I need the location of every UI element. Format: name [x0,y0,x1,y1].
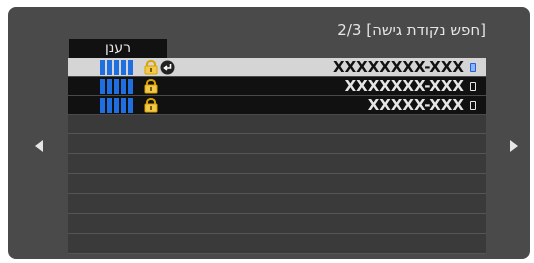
network-row[interactable]: XXXXXXX-XXX [68,77,486,96]
chevron-left-icon[interactable] [35,140,43,152]
refresh-button[interactable]: רענן [69,39,167,58]
page-title: [חפש נקודת גישה] 2/3 [286,20,486,40]
network-row[interactable]: XXXXXXXX-XXX [68,58,486,77]
signal-bars-icon [100,79,133,94]
empty-row [68,135,486,154]
access-point-list: XXXXXXXX-XXX XXXXXXX-XXX XXXXX-XXX [68,58,486,254]
empty-row [68,215,486,234]
empty-row [68,155,486,174]
security-indicator-icon [470,101,476,110]
network-ssid: XXXXX-XXX [367,96,464,114]
lock-icon [144,79,158,94]
lock-icon [144,98,158,113]
lock-icon [144,60,158,75]
network-ssid: XXXXXXX-XXX [344,77,464,95]
page-indicator: 2/3 [337,21,362,39]
chevron-right-icon[interactable] [510,140,518,152]
signal-bars-icon [100,60,133,75]
enter-icon [160,60,175,75]
title-text: [חפש נקודת גישה] [366,21,486,39]
security-indicator-icon [470,63,476,72]
network-row[interactable]: XXXXX-XXX [68,96,486,115]
security-indicator-icon [470,82,476,91]
empty-row [68,195,486,214]
empty-row [68,235,486,254]
empty-row [68,175,486,194]
network-ssid: XXXXXXXX-XXX [333,58,464,76]
empty-row [68,115,486,134]
signal-bars-icon [100,98,133,113]
